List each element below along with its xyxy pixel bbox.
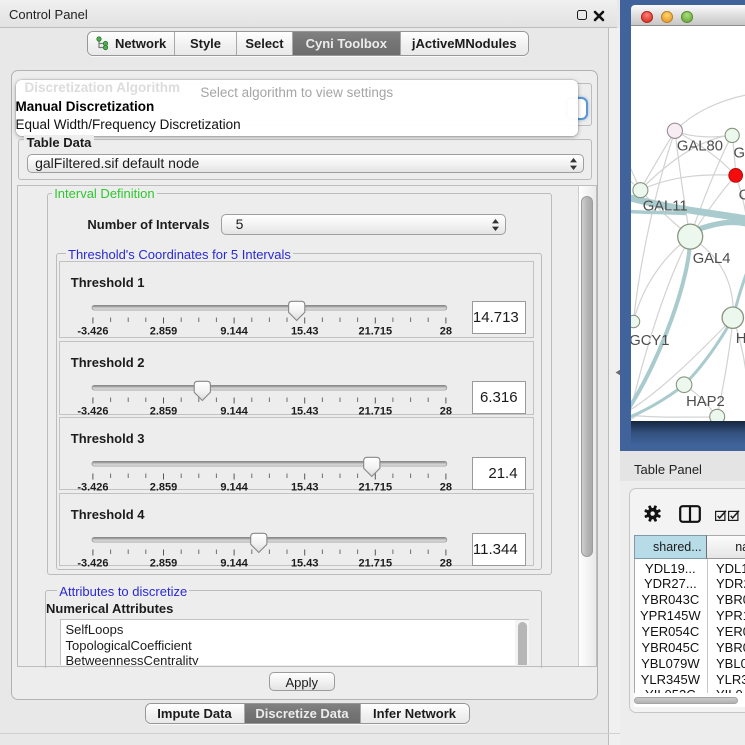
svg-text:15.43: 15.43 [291, 325, 319, 336]
svg-text:21.715: 21.715 [358, 325, 392, 336]
svg-text:HAP2: HAP2 [686, 394, 725, 410]
svg-text:15.43: 15.43 [291, 405, 319, 416]
svg-text:28: 28 [440, 557, 452, 568]
svg-text:-3.426: -3.426 [77, 405, 108, 416]
svg-text:-3.426: -3.426 [77, 325, 108, 336]
svg-text:15.43: 15.43 [291, 482, 319, 493]
svg-text:21.715: 21.715 [358, 557, 392, 568]
svg-text:2.859: 2.859 [150, 325, 178, 336]
svg-text:28: 28 [440, 325, 452, 336]
svg-text:GA: GA [734, 146, 745, 162]
svg-text:28: 28 [440, 482, 452, 493]
svg-text:9.144: 9.144 [220, 482, 248, 493]
svg-text:15.43: 15.43 [291, 557, 319, 568]
svg-text:H: H [736, 331, 745, 347]
svg-text:CR: CR [739, 188, 745, 204]
svg-text:21.715: 21.715 [358, 405, 392, 416]
svg-text:9.144: 9.144 [220, 325, 248, 336]
svg-text:28: 28 [440, 405, 452, 416]
svg-text:GAL11: GAL11 [643, 199, 688, 215]
svg-text:-3.426: -3.426 [77, 557, 108, 568]
svg-text:-3.426: -3.426 [77, 482, 108, 493]
svg-text:2.859: 2.859 [150, 482, 178, 493]
svg-text:2.859: 2.859 [150, 557, 178, 568]
svg-text:GAL4: GAL4 [693, 251, 731, 267]
svg-text:21.715: 21.715 [358, 482, 392, 493]
svg-text:GCY1: GCY1 [631, 333, 669, 349]
svg-text:9.144: 9.144 [220, 557, 248, 568]
svg-text:2.859: 2.859 [150, 405, 178, 416]
svg-text:GAL80: GAL80 [677, 139, 723, 155]
svg-text:9.144: 9.144 [220, 405, 248, 416]
